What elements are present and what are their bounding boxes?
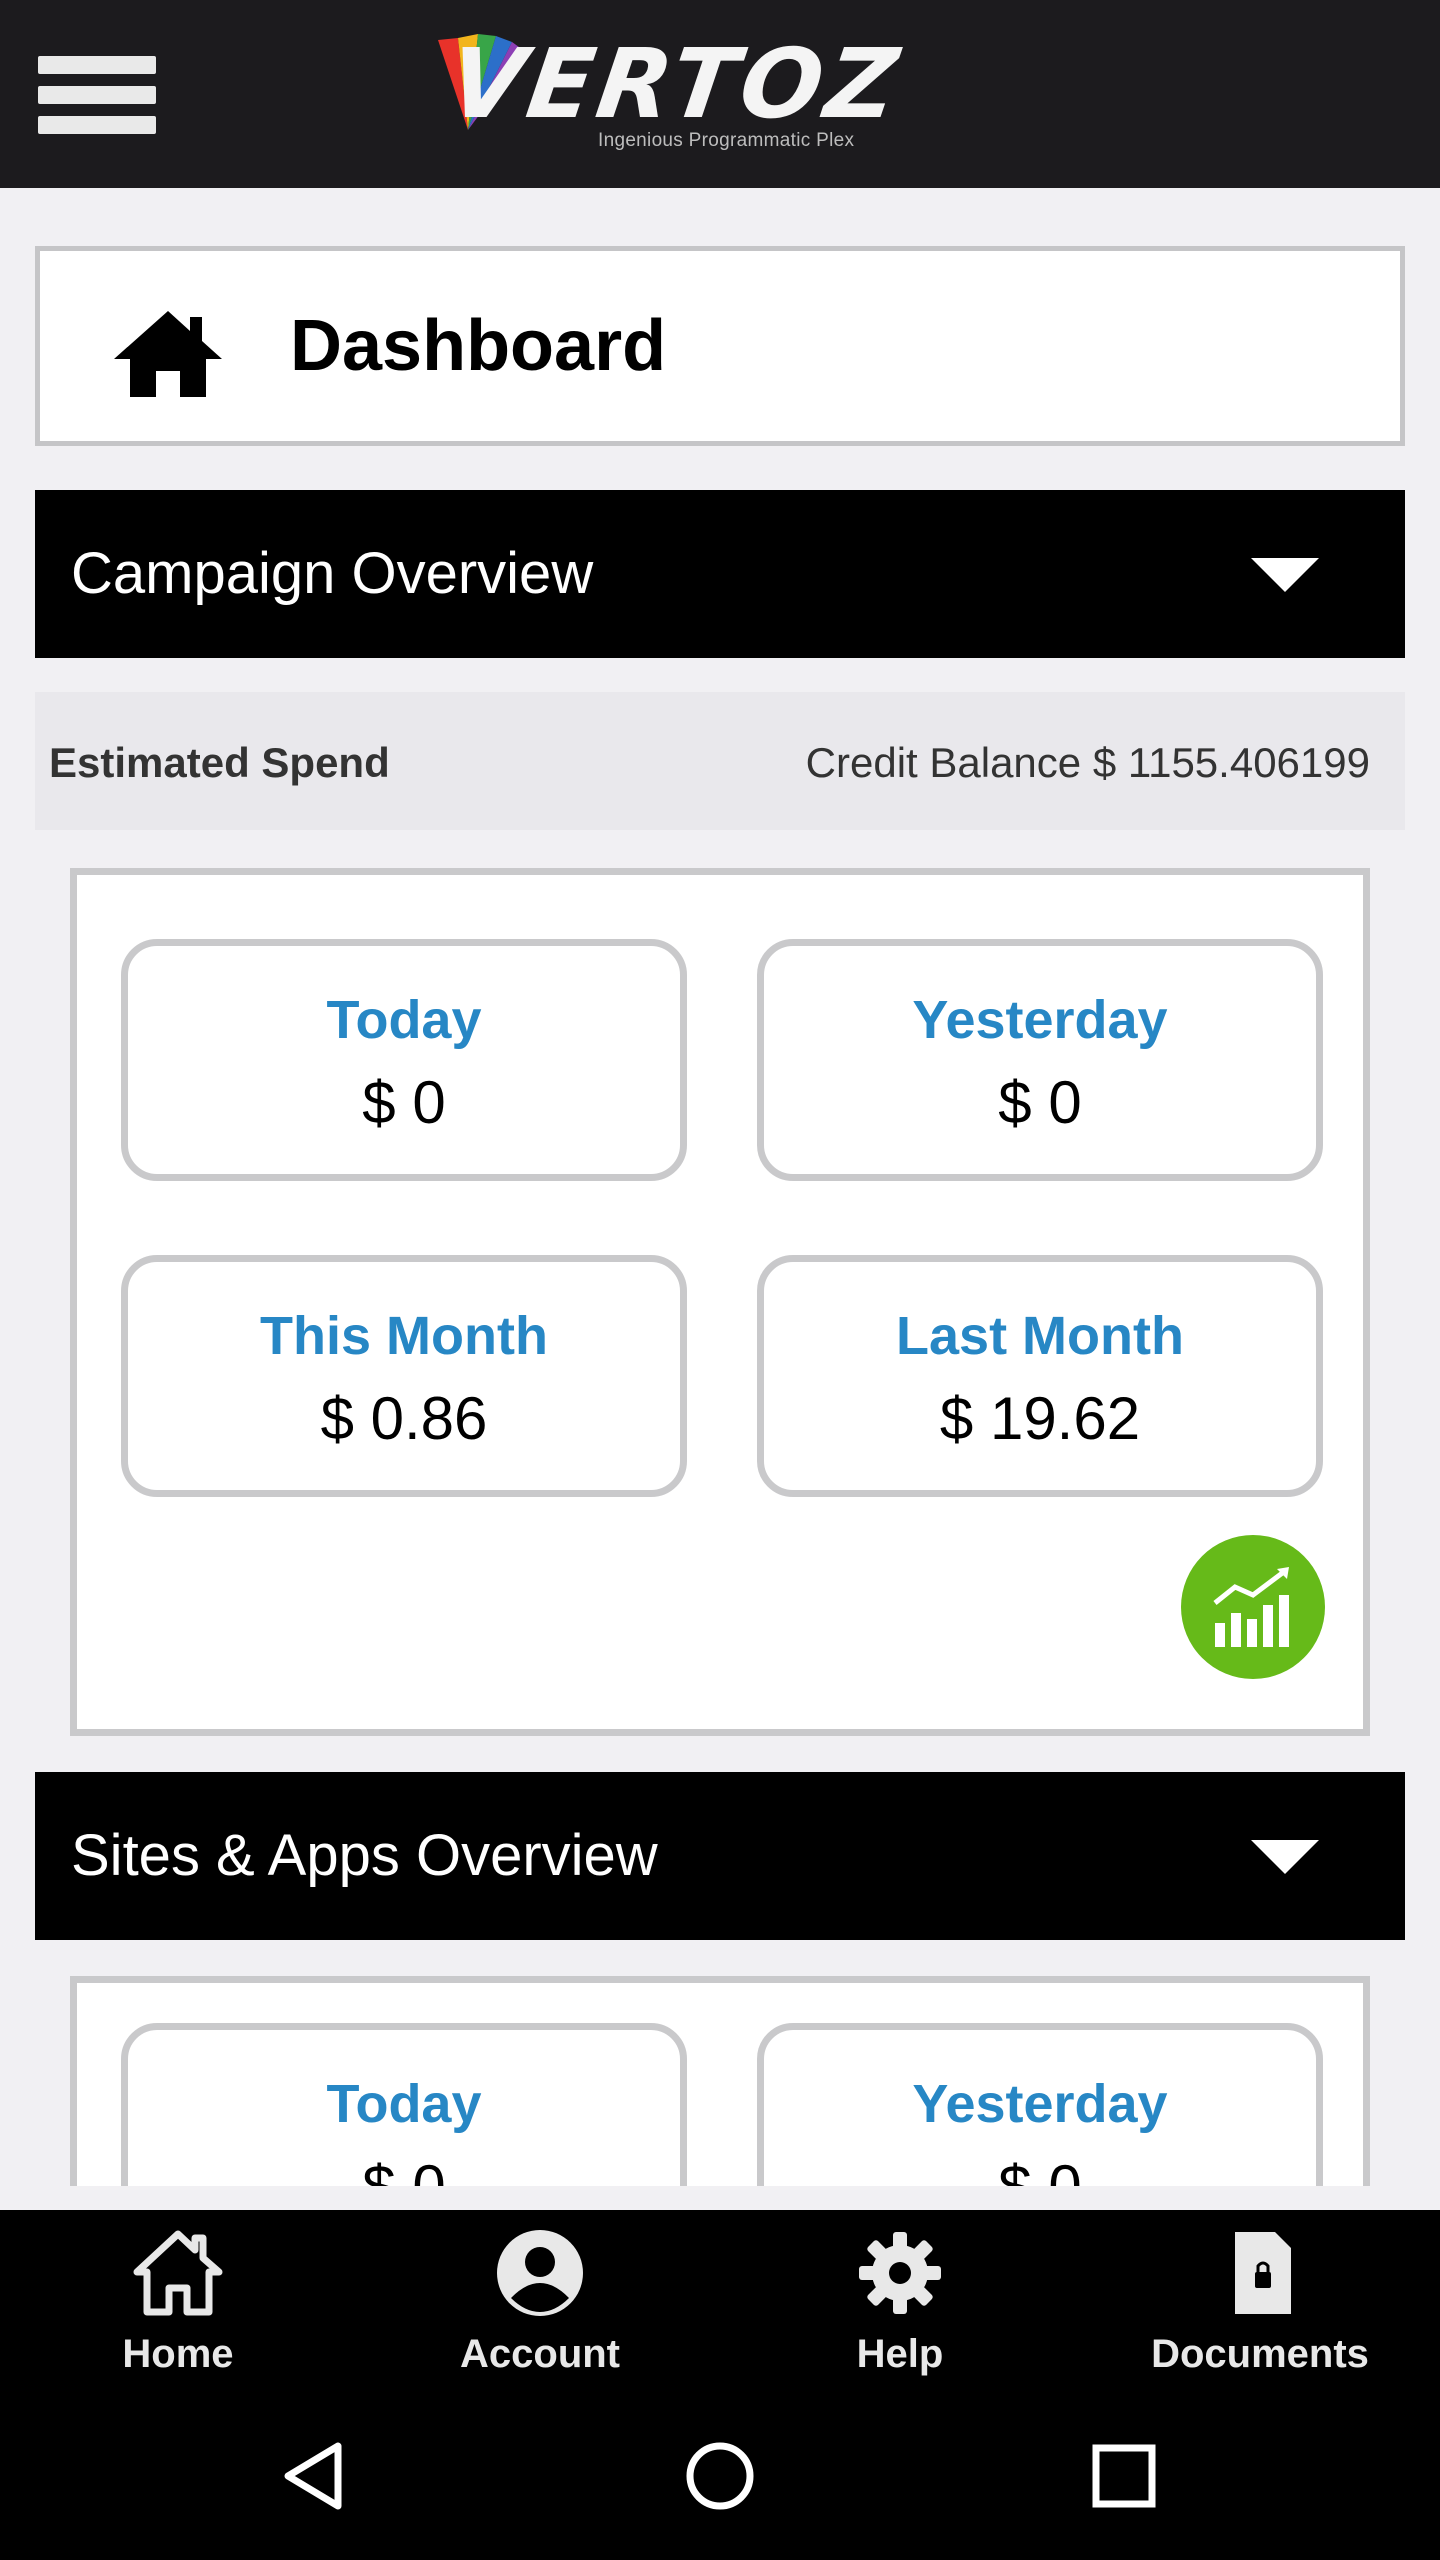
nav-label-help: Help	[856, 2332, 944, 2376]
recents-icon[interactable]	[1084, 2436, 1164, 2516]
stat-label: Yesterday	[912, 2074, 1168, 2134]
document-icon	[1235, 2232, 1291, 2314]
bar-chart-icon	[1213, 1567, 1289, 1647]
stat-card-today[interactable]: Today $ 0	[121, 2023, 687, 2186]
stat-label: Today	[326, 2074, 482, 2134]
stat-value: $ 0	[128, 2152, 680, 2186]
stat-card-this-month[interactable]: This Month $ 0.86	[121, 1255, 687, 1497]
stat-value: $ 0	[764, 2152, 1316, 2186]
stat-value: $ 0	[998, 1069, 1082, 1136]
stat-card-last-month[interactable]: Last Month $ 19.62	[757, 1255, 1323, 1497]
nav-label-account: Account	[460, 2332, 620, 2376]
circle-home-icon[interactable]	[680, 2436, 760, 2516]
vertoz-logo: VERTOZ Ingenious Programmatic Plex	[428, 28, 908, 158]
stat-label: This Month	[260, 1306, 548, 1366]
chevron-down-icon	[1251, 558, 1319, 592]
stat-card-today[interactable]: Today $ 0	[121, 939, 687, 1181]
stat-label: Yesterday	[912, 990, 1168, 1050]
hamburger-menu-icon[interactable]	[30, 48, 160, 142]
page-header: Dashboard	[35, 246, 1405, 446]
page-title: Dashboard	[290, 306, 667, 386]
credit-balance: Credit Balance $ 1155.406199	[805, 739, 1370, 786]
stat-value: $ 19.62	[939, 1385, 1141, 1452]
app-bar: VERTOZ Ingenious Programmatic Plex	[0, 0, 1440, 188]
logo-wordmark: VERTOZ	[442, 28, 909, 140]
nav-item-documents[interactable]: Documents	[1110, 2210, 1410, 2390]
logo-tagline: Ingenious Programmatic Plex	[598, 130, 855, 151]
chevron-down-icon	[1251, 1840, 1319, 1874]
nav-item-home[interactable]: Home	[28, 2210, 328, 2390]
gear-icon	[859, 2232, 941, 2314]
campaign-stats-panel: Today $ 0 Yesterday $ 0 This Month $ 0.8…	[70, 868, 1370, 1736]
back-icon[interactable]	[276, 2436, 356, 2516]
stat-value: $ 0	[362, 1069, 446, 1136]
spend-summary-row: Estimated Spend Credit Balance $ 1155.40…	[35, 692, 1405, 830]
sites-stats-panel: Today $ 0 Yesterday $ 0	[70, 1976, 1370, 2186]
chart-button[interactable]	[1181, 1535, 1325, 1679]
bottom-navigation: Home Account Help Documents	[0, 2210, 1440, 2390]
system-navigation-bar	[0, 2390, 1440, 2560]
campaign-overview-toggle[interactable]: Campaign Overview	[35, 490, 1405, 658]
nav-item-account[interactable]: Account	[390, 2210, 690, 2390]
home-icon	[114, 311, 222, 397]
sites-apps-overview-toggle[interactable]: Sites & Apps Overview	[35, 1772, 1405, 1940]
home-icon	[133, 2230, 223, 2316]
stat-value: $ 0.86	[320, 1385, 488, 1452]
stat-label: Today	[326, 990, 482, 1050]
campaign-overview-title: Campaign Overview	[71, 541, 594, 606]
nav-label-documents: Documents	[1151, 2332, 1369, 2376]
stat-card-yesterday[interactable]: Yesterday $ 0	[757, 939, 1323, 1181]
estimated-spend-label: Estimated Spend	[49, 739, 390, 786]
nav-label-home: Home	[122, 2332, 234, 2376]
stat-label: Last Month	[896, 1306, 1184, 1366]
stat-card-yesterday[interactable]: Yesterday $ 0	[757, 2023, 1323, 2186]
account-icon	[497, 2230, 583, 2316]
sites-apps-overview-title: Sites & Apps Overview	[71, 1823, 658, 1888]
nav-item-help[interactable]: Help	[750, 2210, 1050, 2390]
